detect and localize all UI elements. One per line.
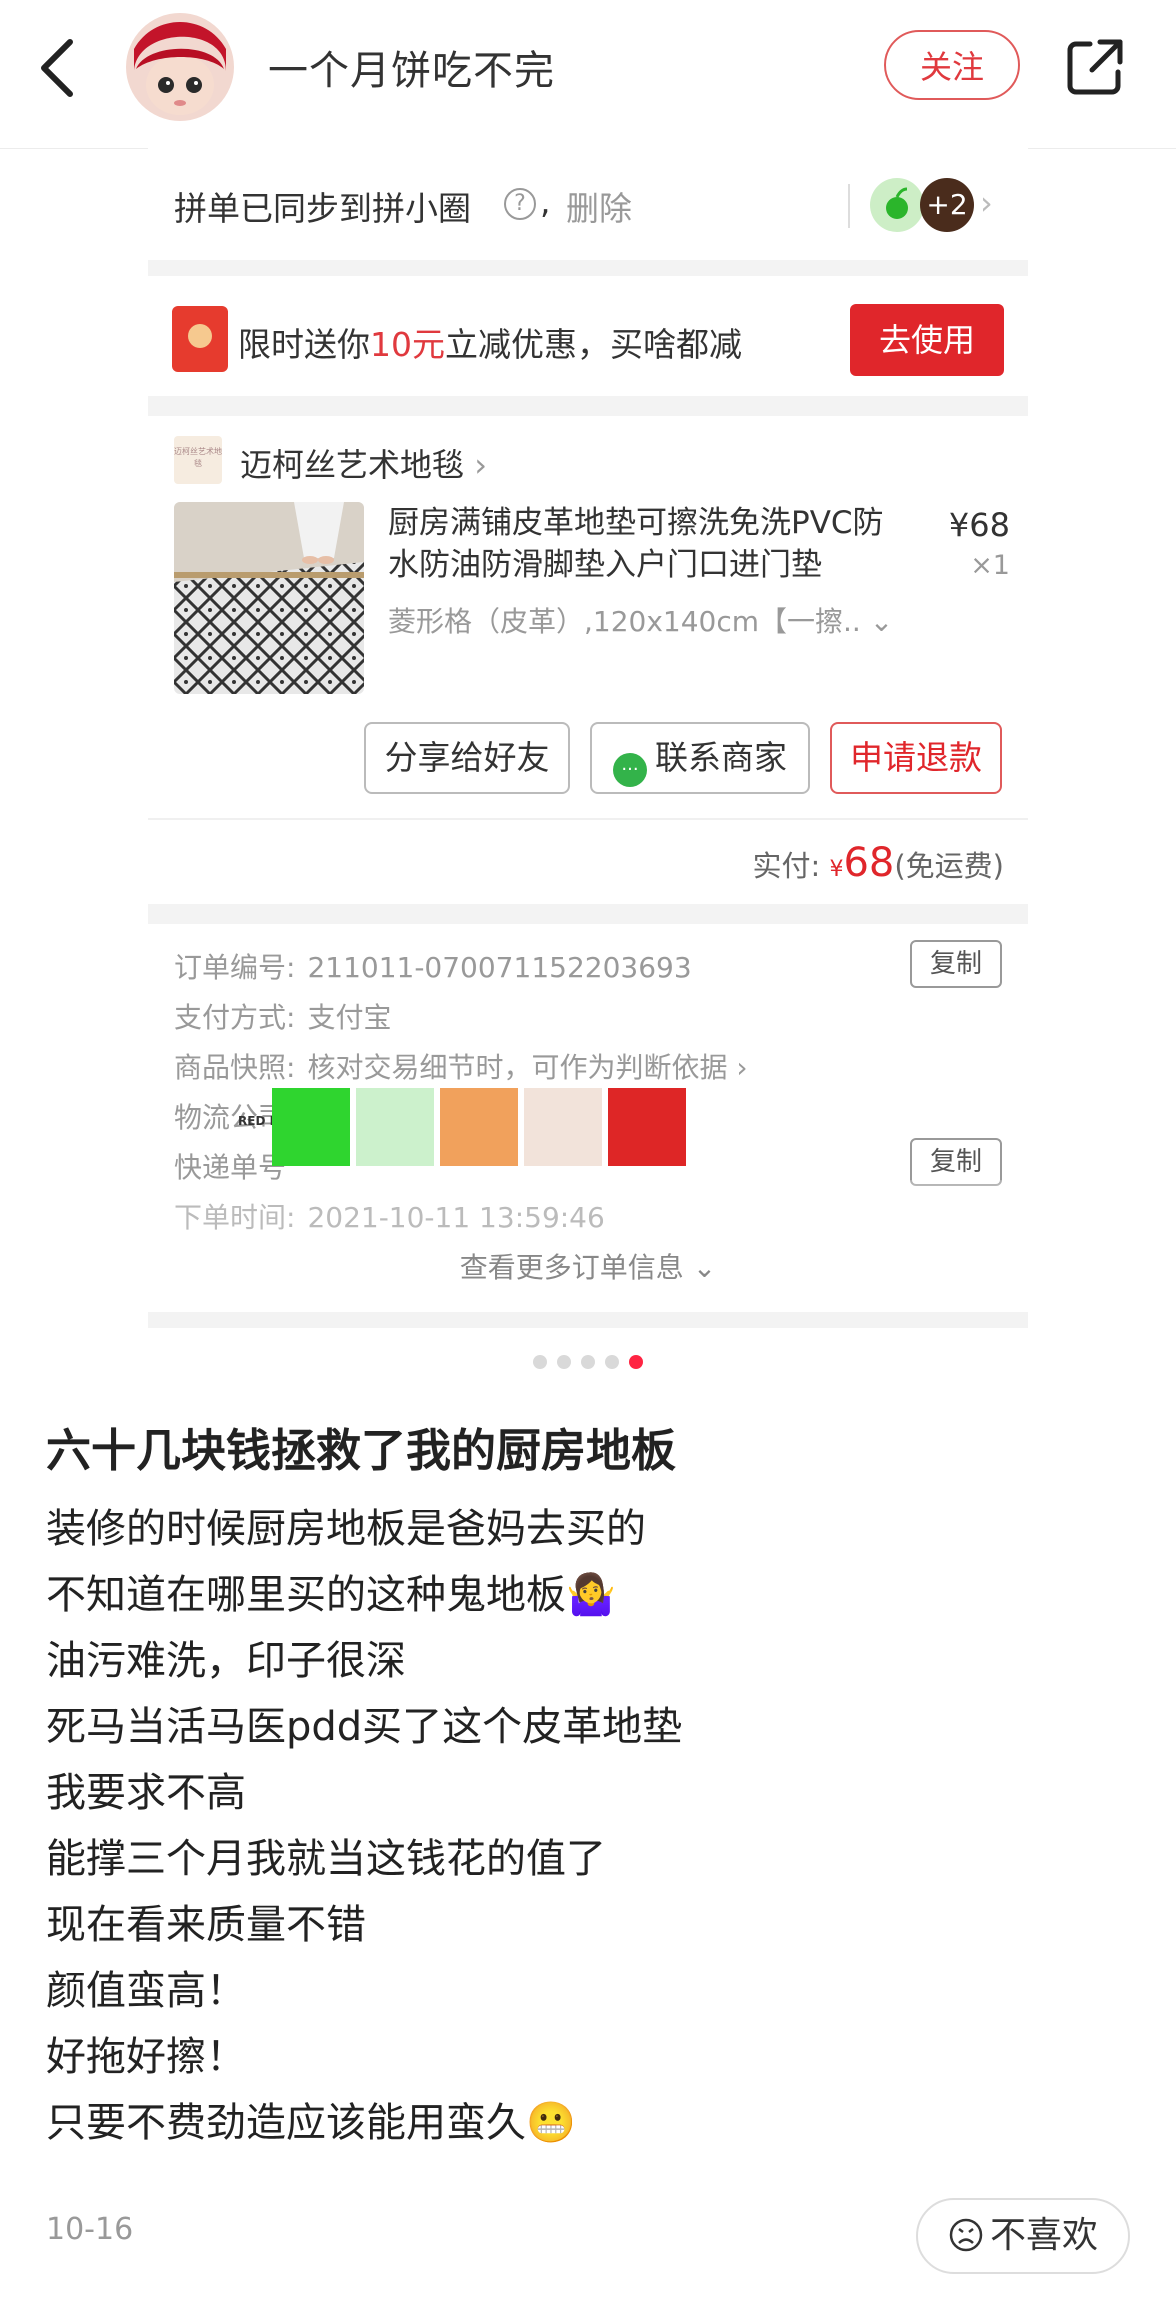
coupon-text: 限时送你10元立减优惠，买啥都减 — [238, 325, 742, 364]
red-packet-icon — [172, 306, 228, 372]
avatar[interactable] — [126, 13, 234, 121]
divider — [148, 818, 1028, 820]
carousel-dot — [557, 1355, 571, 1369]
color-swatch — [524, 1088, 602, 1166]
follow-button[interactable]: 关注 — [884, 30, 1020, 100]
post-image[interactable]: 拼单已同步到拼小圈 ? , 删除 +2 › 限时送你10元立减优惠，买啥都减 去… — [148, 148, 1028, 1328]
color-swatch — [608, 1088, 686, 1166]
group-more-count: +2 — [920, 178, 974, 232]
top-bar: 一个月饼吃不完 关注 — [0, 0, 1176, 149]
help-icon: ? — [504, 188, 536, 220]
post-line: 现在看来质量不错 — [46, 1902, 366, 1948]
post-body: 装修的时候厨房地板是爸妈去买的 不知道在哪里买的这种鬼地板🤷‍♀️ 油污难洗，印… — [46, 1496, 682, 2156]
sync-card: 拼单已同步到拼小圈 ? , 删除 +2 › — [148, 148, 1028, 260]
chevron-right-icon: › — [980, 184, 993, 222]
back-icon[interactable] — [30, 32, 94, 104]
product-card: 迈柯丝艺术地毯 迈柯丝艺术地毯 › 厨房满铺皮革地垫可擦洗免洗PVC防水防油防滑… — [148, 416, 1028, 904]
refund-button: 申请退款 — [830, 722, 1002, 794]
dislike-button[interactable]: 不喜欢 — [916, 2198, 1130, 2274]
divider — [848, 184, 850, 228]
carousel-dot — [629, 1355, 643, 1369]
product-spec: 菱形格（皮革）,120x140cm【一擦.. ⌄ — [388, 605, 894, 638]
more-order-info-link: 查看更多订单信息 ⌄ — [459, 1251, 717, 1284]
sync-text: 拼单已同步到拼小圈 — [174, 189, 471, 228]
copy-order-number-button: 复制 — [910, 940, 1002, 988]
color-swatch-overlay — [272, 1088, 702, 1168]
post-line: 装修的时候厨房地板是爸妈去买的 — [46, 1506, 646, 1552]
delete-link: 删除 — [566, 189, 632, 228]
post-line: 油污难洗，印子很深 — [46, 1638, 406, 1684]
copy-tracking-button: 复制 — [910, 1138, 1002, 1186]
snapshot-row: 商品快照: 核对交易细节时，可作为判断依据 › — [174, 1051, 748, 1084]
post-line: 只要不费劲造应该能用蛮久😬 — [46, 2100, 576, 2146]
share-icon[interactable] — [1060, 32, 1130, 102]
use-coupon-button: 去使用 — [850, 304, 1004, 376]
carousel-dot — [581, 1355, 595, 1369]
order-time-row: 下单时间: 2021-10-11 13:59:46 — [174, 1201, 605, 1234]
sync-comma: , — [540, 182, 551, 221]
product-quantity: ×1 — [970, 550, 1010, 581]
order-info-card: 订单编号: 211011-070071152203693 复制 支付方式: 支付宝 … — [148, 924, 1028, 1312]
product-price: ¥68 — [948, 506, 1010, 544]
post-date: 10-16 — [46, 2212, 134, 2247]
carousel-dot — [533, 1355, 547, 1369]
shop-logo: 迈柯丝艺术地毯 — [174, 436, 222, 484]
post-line: 好拖好擦！ — [46, 2034, 246, 2080]
frown-icon — [949, 2218, 983, 2252]
post-line: 死马当活马医pdd买了这个皮革地垫 — [46, 1704, 683, 1750]
color-swatch — [272, 1088, 350, 1166]
group-avatar — [870, 178, 924, 232]
share-to-friend-button: 分享给好友 — [364, 722, 570, 794]
author-name[interactable]: 一个月饼吃不完 — [268, 38, 555, 96]
chat-icon: ··· — [613, 753, 647, 787]
carousel-dot — [605, 1355, 619, 1369]
shop-name: 迈柯丝艺术地毯 › — [240, 446, 487, 484]
coupon-card: 限时送你10元立减优惠，买啥都减 去使用 — [148, 276, 1028, 396]
contact-seller-button: ··· 联系商家 — [590, 722, 810, 794]
product-title: 厨房满铺皮革地垫可擦洗免洗PVC防水防油防滑脚垫入户门口进门垫 — [388, 505, 884, 583]
product-image — [174, 502, 364, 694]
post-line: 我要求不高 — [46, 1770, 246, 1816]
post-line: 不知道在哪里买的这种鬼地板🤷‍♀️ — [46, 1572, 616, 1618]
post-title: 六十几块钱拯救了我的厨房地板 — [46, 1424, 677, 1477]
paid-amount-row: 实付: ¥68(免运费) — [752, 840, 1004, 886]
color-swatch — [356, 1088, 434, 1166]
carousel-indicator — [0, 1354, 1176, 1374]
post-line: 颜值蛮高！ — [46, 1968, 246, 2014]
payment-method-row: 支付方式: 支付宝 — [174, 1001, 392, 1034]
post-line: 能撑三个月我就当这钱花的值了 — [46, 1836, 606, 1882]
color-swatch — [440, 1088, 518, 1166]
order-number-row: 订单编号: 211011-070071152203693 — [174, 951, 692, 984]
